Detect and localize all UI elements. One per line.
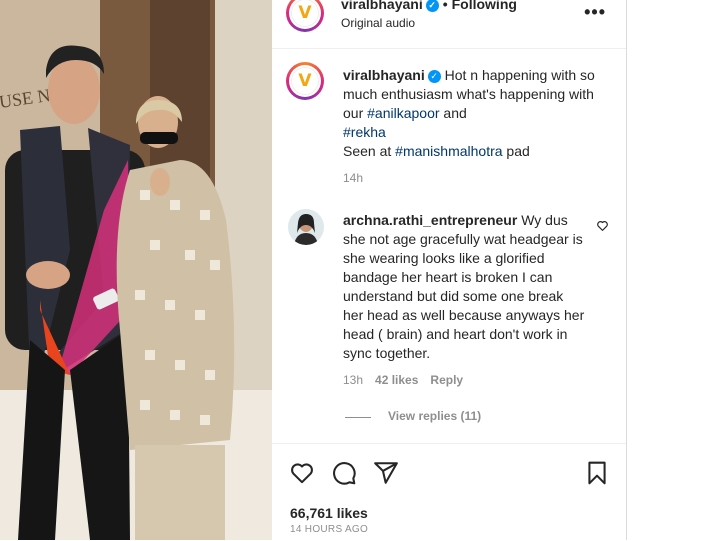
hashtag-manishmalhotra[interactable]: #manishmalhotra <box>395 143 502 159</box>
hashtag-rekha[interactable]: #rekha <box>343 124 386 140</box>
v-logo-icon: V <box>291 67 319 95</box>
comment-meta: 13h 42 likes Reply <box>343 373 475 387</box>
following-button[interactable]: Following <box>452 0 517 12</box>
replies-divider <box>345 417 371 418</box>
post-time: 14 HOURS AGO <box>290 524 369 535</box>
caption-part-2: and <box>439 105 467 121</box>
post-header: V viralbhayani ✓ • Following Original audio… <box>272 0 626 49</box>
verified-icon: ✓ <box>425 0 439 12</box>
verified-icon: ✓ <box>427 70 441 83</box>
hashtag-anilkapoor[interactable]: #anilkapoor <box>367 105 439 121</box>
photo-illustration: USE NO 3 <box>0 0 272 540</box>
v-logo-icon: V <box>291 0 319 27</box>
action-bar: 66,761 likes 14 HOURS AGO <box>272 443 626 541</box>
comment-body: Wy dus she not age gracefully wat headge… <box>343 212 585 361</box>
caption-time: 14h <box>343 171 364 185</box>
comment-icon[interactable] <box>331 460 357 486</box>
heart-icon[interactable] <box>289 460 315 486</box>
save-icon[interactable] <box>584 460 610 486</box>
caption-part-3: Seen at <box>343 143 396 159</box>
separator-dot: • <box>442 0 448 12</box>
reply-button[interactable]: Reply <box>430 373 463 387</box>
comment-heart-icon[interactable] <box>596 219 609 232</box>
likes-count[interactable]: 66,761 likes <box>290 505 368 521</box>
caption-part-4: pad <box>502 143 530 159</box>
page-background <box>627 0 720 540</box>
commenter-avatar[interactable] <box>288 209 324 245</box>
comment-likes[interactable]: 42 likes <box>375 373 418 387</box>
more-icon[interactable]: ••• <box>584 2 606 23</box>
author-avatar[interactable]: V <box>286 0 324 32</box>
author-username[interactable]: viralbhayani <box>341 0 423 12</box>
commenter-username[interactable]: archna.rathi_entrepreneur <box>343 212 517 228</box>
caption-avatar[interactable]: V <box>286 62 324 100</box>
comment-text: archna.rathi_entrepreneur Wy dus she not… <box>343 211 587 363</box>
comment-time: 13h <box>343 373 364 387</box>
commenter-photo <box>288 209 324 245</box>
post-photo[interactable]: USE NO 3 <box>0 0 272 540</box>
author-line: viralbhayani ✓ • Following <box>341 0 517 12</box>
caption-username[interactable]: viralbhayani <box>343 67 425 83</box>
audio-link[interactable]: Original audio <box>341 16 415 30</box>
view-replies-button[interactable]: View replies (11) <box>388 409 481 423</box>
post-detail-panel: V viralbhayani ✓ • Following Original audio… <box>272 0 627 540</box>
share-icon[interactable] <box>373 460 399 486</box>
caption-text: viralbhayani ✓ Hot n happening with so mu… <box>343 66 607 161</box>
